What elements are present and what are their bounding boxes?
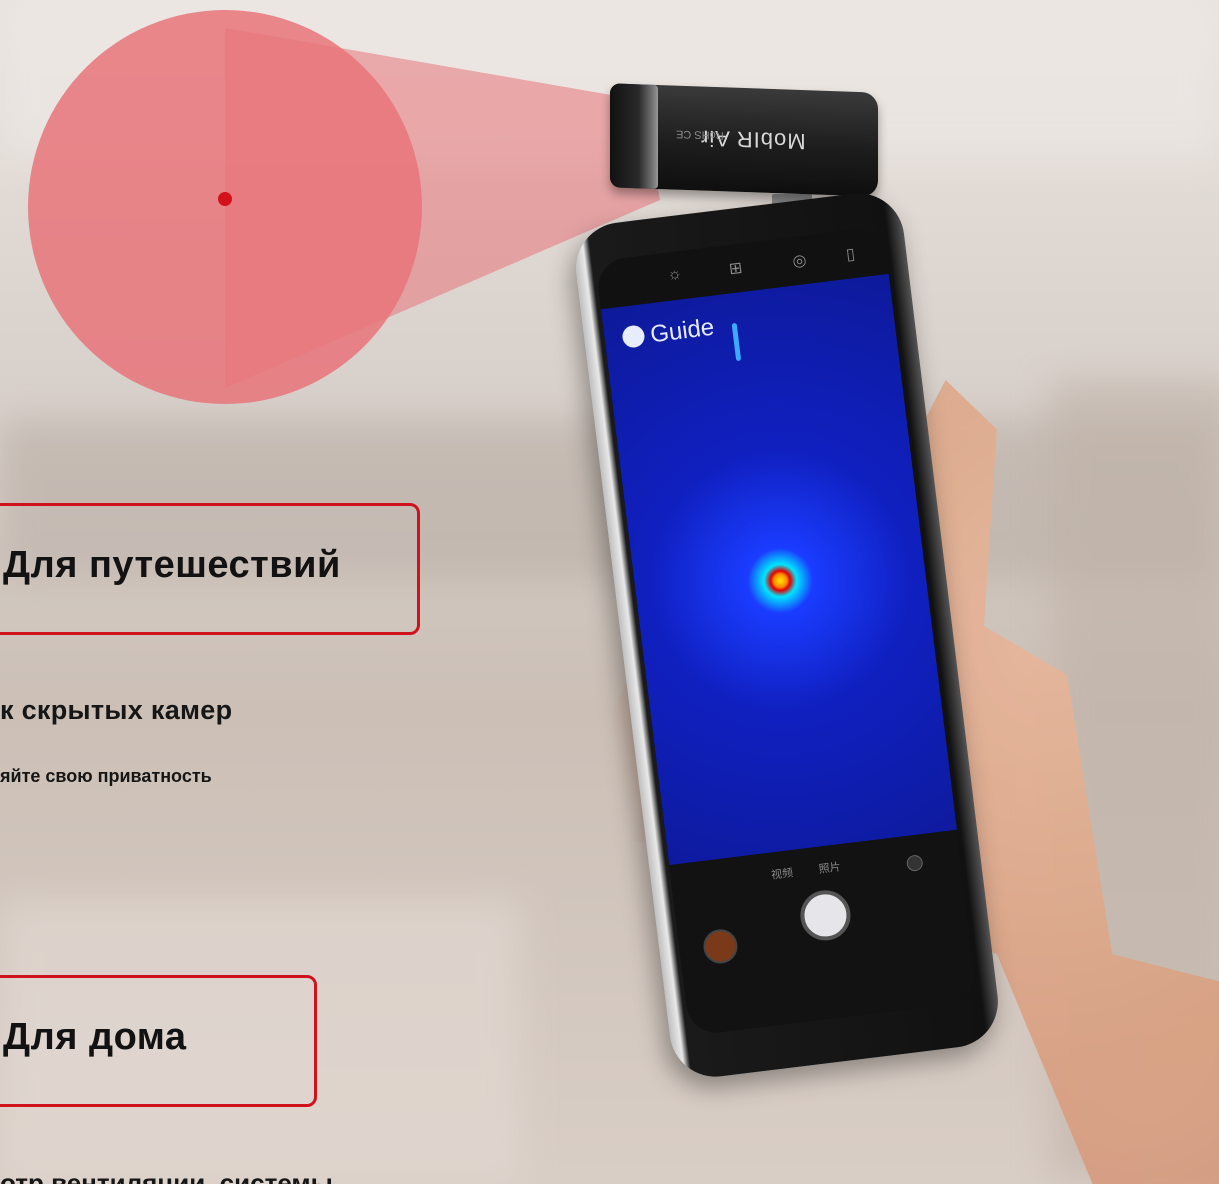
guide-logo-icon <box>621 324 646 349</box>
home-title: Для дома <box>3 1016 187 1058</box>
thermal-camera-module: MobIR Air RoHS CE <box>610 83 878 197</box>
flip-camera-icon[interactable] <box>905 854 924 873</box>
palette-icon[interactable]: ◎ <box>791 250 808 272</box>
travel-title: Для путешествий <box>3 544 341 586</box>
photo-scene: MobIR Air RoHS CE ☼ ⊞ ◎ ▯ Guide 视频 照片 Дл… <box>0 0 1219 1184</box>
ventilation-text: отр вентиляции, системы <box>0 1168 333 1184</box>
module-marks-label: RoHS CE <box>676 127 724 142</box>
gallery-icon[interactable] <box>701 927 740 966</box>
shutter-icon[interactable] <box>797 887 854 944</box>
beam-circle <box>28 10 422 404</box>
thermal-image: Guide <box>600 273 957 866</box>
brightness-icon[interactable]: ☼ <box>666 265 683 285</box>
home-card: Для дома <box>0 975 317 1107</box>
travel-card: Для путешествий <box>0 503 420 635</box>
mode-video[interactable]: 视频 <box>770 864 794 883</box>
app-logo-text: Guide <box>648 313 716 349</box>
hidden-cameras-text: к скрытых камер <box>0 695 233 725</box>
camera-controls: 视频 照片 <box>669 829 978 1036</box>
privacy-text: яйте свою приватность <box>0 766 212 786</box>
battery-icon: ▯ <box>845 245 856 264</box>
app-logo: Guide <box>621 314 716 353</box>
laser-dot <box>218 192 232 206</box>
grid-icon[interactable]: ⊞ <box>728 258 744 279</box>
mode-photo[interactable]: 照片 <box>818 858 842 877</box>
